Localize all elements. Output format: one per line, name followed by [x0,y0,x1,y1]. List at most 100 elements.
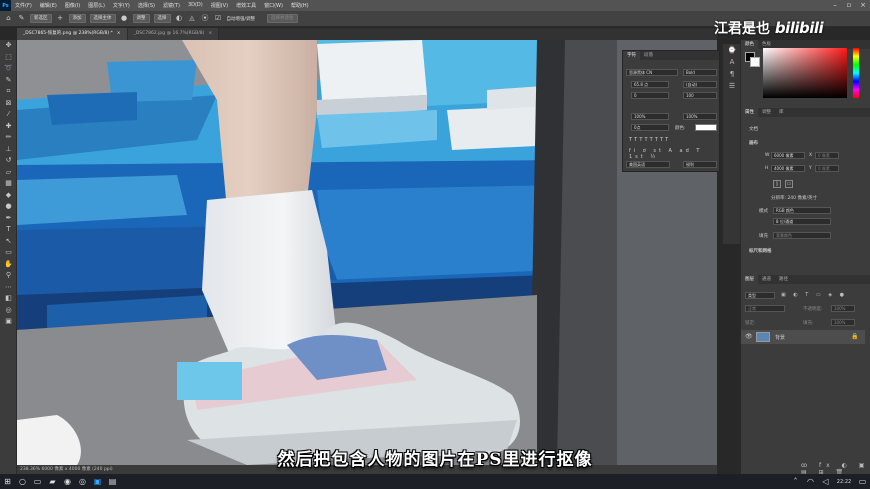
menu-item[interactable]: 视图(V) [207,2,232,9]
network-icon[interactable]: ◠ [803,474,818,489]
lasso-tool-icon[interactable]: ➰ [0,63,17,75]
landscape-orientation-icon[interactable]: ▭ [785,180,793,188]
select-subject-button[interactable]: 选择主体 [89,14,116,23]
tab-document[interactable]: _DSC7862.jpg @ 16.7%(RGB/8) × [127,28,220,40]
anti-alias-select[interactable]: 锐利 [683,161,717,168]
hue-slider[interactable] [853,48,859,98]
search-icon[interactable]: ○ [15,474,30,489]
file-explorer-icon[interactable]: ▰ [45,474,60,489]
menu-item[interactable]: 选择(S) [134,2,159,9]
bit-depth-select[interactable]: 8 位/通道 [773,218,831,225]
marquee-tool-icon[interactable]: ⬚ [0,52,17,64]
tab-layers[interactable]: 图层 [741,275,758,284]
fill-opacity-field[interactable]: 100% [831,319,855,326]
tab-adjustments[interactable]: 调整 [758,108,775,117]
menu-item[interactable]: 增效工具 [232,2,260,9]
task-view-icon[interactable]: ▭ [30,474,45,489]
refine-button[interactable]: 调整 [132,14,150,23]
maximize-icon[interactable]: ▫ [842,0,856,11]
opentype-buttons[interactable]: fi ơ st A ad T 1st ½ [629,148,717,160]
tab-properties[interactable]: 属性 [741,108,758,117]
mode-select[interactable]: RGB 颜色 [773,207,831,214]
frame-tool-icon[interactable]: ⊠ [0,98,17,110]
volume-icon[interactable]: ◁ [818,474,833,489]
height-field[interactable]: 4000 像素 [771,165,805,172]
select-and-mask-button[interactable]: 选择并遮住 [267,14,298,23]
document-canvas[interactable] [17,40,717,465]
selection-mode-select[interactable]: 新选区 [30,14,52,23]
stamp-tool-icon[interactable]: ⊥ [0,144,17,156]
menu-item[interactable]: 图层(L) [84,2,109,9]
history-brush-tool-icon[interactable]: ↺ [0,155,17,167]
color-field[interactable] [763,48,847,98]
path-select-tool-icon[interactable]: ↖ [0,236,17,248]
eyedropper-tool-icon[interactable]: ⁄ [0,109,17,121]
crop-tool-icon[interactable]: ⌗ [0,86,17,98]
blend-mode-select[interactable]: 正常 [745,305,785,312]
pen-tool-icon[interactable]: ✒ [0,213,17,225]
opacity-field[interactable]: 100% [831,305,855,312]
minimize-icon[interactable]: – [828,0,842,11]
kerning-field[interactable]: 0 [631,92,669,99]
quick-select-tool-icon[interactable]: ✎ [17,14,26,23]
screen-mode-icon[interactable]: ▣ [0,316,17,328]
hand-tool-icon[interactable]: ✋ [0,259,17,271]
menu-item[interactable]: 帮助(H) [287,2,313,9]
eraser-tool-icon[interactable]: ▱ [0,167,17,179]
type-tool-icon[interactable]: T [0,224,17,236]
pressure-icon[interactable]: ⦿ [201,14,210,23]
tab-paragraph[interactable]: 段落 [640,51,657,60]
close-icon[interactable]: × [856,0,870,11]
brush-tool-icon[interactable]: ✏ [0,132,17,144]
brush-angle-icon[interactable]: ◬ [188,14,197,23]
healing-tool-icon[interactable]: ✚ [0,121,17,133]
edge-icon[interactable]: ◉ [60,474,75,489]
tab-close-icon[interactable]: × [117,31,121,36]
app-icon[interactable]: ▤ [105,474,120,489]
notification-icon[interactable]: ▭ [855,474,870,489]
menu-item[interactable]: 3D(D) [184,2,207,9]
more-tools-icon[interactable]: ⋯ [0,282,17,294]
baseline-field[interactable]: 0点 [631,124,669,131]
brush-size-icon[interactable]: ● [120,14,129,23]
home-icon[interactable]: ⌂ [4,14,13,23]
color-swatches-icon[interactable]: ◧ [0,293,17,305]
chrome-icon[interactable]: ◎ [75,474,90,489]
blur-tool-icon[interactable]: ◆ [0,190,17,202]
sample-icon[interactable]: ◐ [175,14,184,23]
quick-select-tool-icon[interactable]: ✎ [0,75,17,87]
fill-select[interactable]: 背景颜色 [773,232,831,239]
tab-character[interactable]: 字符 [623,51,640,60]
text-style-buttons[interactable]: TTTTTTTT [629,137,717,144]
tab-close-icon[interactable]: × [208,31,212,36]
x-field[interactable]: 0 像素 [815,152,839,159]
visibility-eye-icon[interactable]: 👁 [745,333,753,340]
menu-item[interactable]: 文字(Y) [109,2,134,9]
tab-document[interactable]: _DSC7865-恢复的.png @ 238%(RGB/8) * × [17,28,128,40]
clock[interactable]: 22:22 [833,479,855,485]
tracking-field[interactable]: 100 [683,92,717,99]
shape-tool-icon[interactable]: ▭ [0,247,17,259]
background-color-swatch[interactable] [750,57,760,67]
start-icon[interactable]: ⊞ [0,474,15,489]
add-button[interactable]: 添加 [68,14,86,23]
select-button[interactable]: 选择 [153,14,171,23]
leading-field[interactable]: (自动) [683,81,717,88]
text-color-swatch[interactable] [695,124,717,131]
menu-item[interactable]: 文件(F) [11,2,36,9]
dodge-tool-icon[interactable]: ● [0,201,17,213]
tab-color[interactable]: 颜色 [741,40,758,49]
width-field[interactable]: 6000 像素 [771,152,805,159]
zoom-tool-icon[interactable]: ⚲ [0,270,17,282]
layer-kind-filter[interactable]: 类型 [745,292,775,299]
layer-filter-icons[interactable]: ▣ ◐ T ▭ ◈ ● [781,292,861,299]
horizontal-scale-field[interactable]: 100% [683,113,717,120]
tab-paths[interactable]: 路径 [775,275,792,284]
gradient-tool-icon[interactable]: ▦ [0,178,17,190]
menu-item[interactable]: 图像(I) [61,2,84,9]
language-select[interactable]: 美国英语 [626,161,670,168]
menu-item[interactable]: 窗口(W) [260,2,287,9]
font-size-field[interactable]: 65.8 点 [631,81,669,88]
menu-item[interactable]: 滤镜(T) [159,2,184,9]
paragraph-icon[interactable]: ¶ [723,68,741,80]
